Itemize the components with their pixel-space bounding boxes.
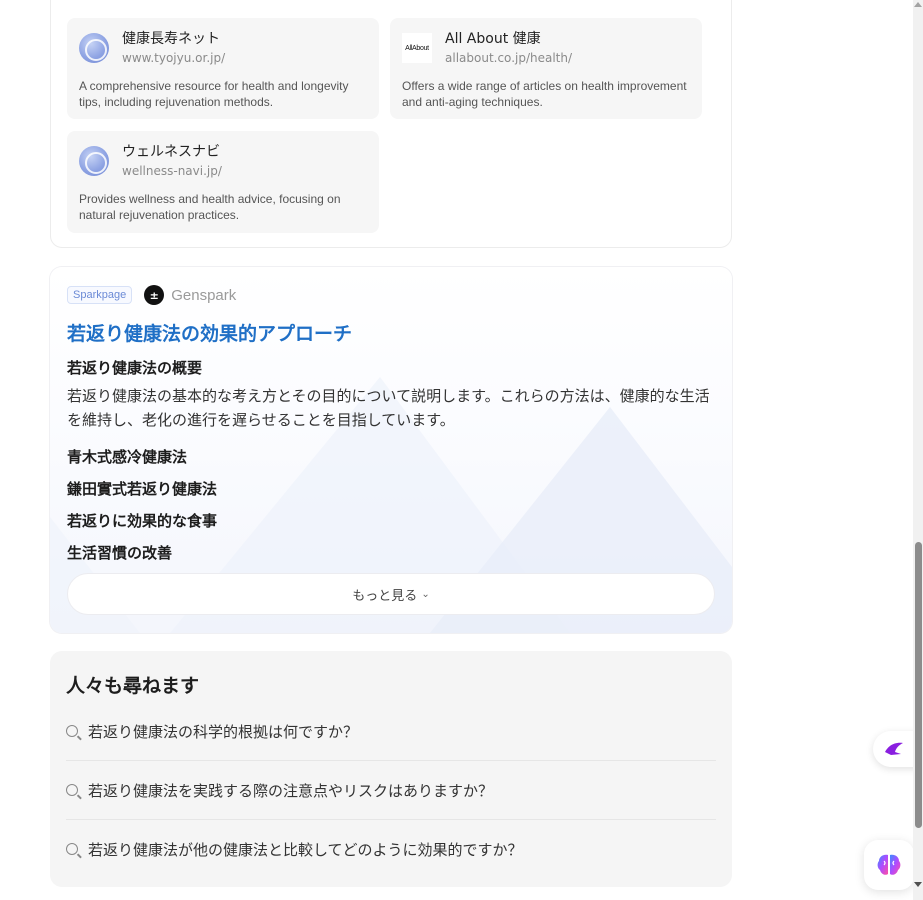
overview-heading: 若返り健康法の概要: [67, 359, 203, 377]
faq-item[interactable]: 若返り健康法の科学的根拠は何ですか？: [66, 702, 716, 760]
source-url[interactable]: www.tyojyu.or.jp/: [122, 50, 225, 67]
faq-item[interactable]: 若返り健康法が他の健康法と比較してどのように効果的ですか？: [66, 820, 716, 878]
faq-question: 若返り健康法を実践する際の注意点やリスクはありますか？: [88, 781, 494, 800]
source-card-allabout[interactable]: AllAbout All About 健康 allabout.co.jp/hea…: [390, 18, 702, 119]
source-title[interactable]: ウェルネスナビ: [122, 143, 222, 161]
source-meta: ウェルネスナビ wellness-navi.jp/: [122, 143, 222, 180]
globe-icon: [79, 33, 109, 63]
source-card-header: AllAbout All About 健康 allabout.co.jp/hea…: [402, 30, 690, 70]
search-icon: [66, 784, 78, 796]
show-more-label: もっと見る: [352, 588, 418, 604]
source-url[interactable]: wellness-navi.jp/: [122, 163, 222, 180]
genspark-brand-name: Genspark: [171, 286, 237, 304]
source-title[interactable]: 健康長寿ネット: [122, 30, 225, 48]
sparkpage-title[interactable]: 若返り健康法の効果的アプローチ: [67, 319, 352, 346]
faq-question: 若返り健康法が他の健康法と比較してどのように効果的ですか？: [88, 840, 523, 859]
globe-icon: [79, 146, 109, 176]
source-url[interactable]: allabout.co.jp/health/: [445, 50, 572, 67]
scroll-down-arrow-icon[interactable]: [914, 882, 922, 887]
search-icon: [66, 843, 78, 855]
source-title[interactable]: All About 健康: [445, 30, 572, 48]
source-meta: 健康長寿ネット www.tyojyu.or.jp/: [122, 30, 225, 67]
brain-icon: [877, 854, 901, 875]
overview-text: 若返り健康法の基本的な考え方とその目的について説明します。これらの方法は、健康的…: [67, 387, 710, 429]
section-heading: 生活習慣の改善: [67, 544, 173, 562]
chevron-down-icon: ⌄: [421, 588, 430, 600]
genspark-logo-icon: ±: [144, 285, 165, 305]
source-card-wellness[interactable]: ウェルネスナビ wellness-navi.jp/ Provides welln…: [67, 131, 379, 233]
faq-question: 若返り健康法の科学的根拠は何ですか？: [88, 722, 359, 741]
source-description: A comprehensive resource for health and …: [79, 79, 349, 109]
source-card-header: ウェルネスナビ wellness-navi.jp/: [79, 143, 367, 183]
sources-panel: 健康長寿ネット www.tyojyu.or.jp/ A comprehensiv…: [50, 0, 732, 248]
bird-logo-icon: [885, 742, 903, 755]
scrollbar-thumb[interactable]: [915, 542, 922, 828]
source-card-tyojyu[interactable]: 健康長寿ネット www.tyojyu.or.jp/ A comprehensiv…: [67, 18, 379, 119]
people-also-ask-panel: 人々も尋ねます 若返り健康法の科学的根拠は何ですか？ 若返り健康法を実践する際の…: [50, 651, 732, 887]
allabout-logo-icon: AllAbout: [402, 33, 432, 63]
section-heading: 青木式感冷健康法: [67, 448, 188, 466]
source-description: Provides wellness and health advice, foc…: [79, 192, 341, 222]
sparkpage-header: Sparkpage ± Genspark: [67, 285, 236, 305]
page: 健康長寿ネット www.tyojyu.or.jp/ A comprehensiv…: [0, 0, 923, 900]
sparkpage-card[interactable]: Sparkpage ± Genspark 若返り健康法の効果的アプローチ 若返り…: [50, 267, 732, 633]
section-heading: 若返りに効果的な食事: [67, 512, 218, 530]
people-also-ask-title: 人々も尋ねます: [66, 675, 200, 697]
source-card-header: 健康長寿ネット www.tyojyu.or.jp/: [79, 30, 367, 70]
source-description: Offers a wide range of articles on healt…: [402, 79, 687, 109]
show-more-button[interactable]: もっと見る ⌄: [67, 573, 715, 615]
faq-item[interactable]: 若返り健康法を実践する際の注意点やリスクはありますか？: [66, 761, 716, 819]
section-heading: 鎌田實式若返り健康法: [67, 480, 218, 498]
scroll-up-arrow-icon[interactable]: [914, 2, 922, 7]
source-meta: All About 健康 allabout.co.jp/health/: [445, 30, 572, 67]
sparkpage-badge: Sparkpage: [67, 286, 133, 304]
search-icon: [66, 725, 78, 737]
floating-brain-button[interactable]: [864, 840, 914, 890]
